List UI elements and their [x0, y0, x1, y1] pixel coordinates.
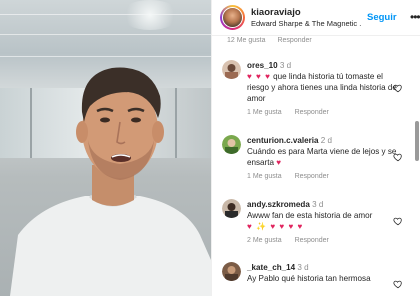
reply-button[interactable]: Responder — [295, 109, 329, 116]
heart-emojis: ♥ ♥ ♥ — [247, 72, 271, 81]
follow-button[interactable]: Seguir — [367, 12, 397, 23]
likes-count[interactable]: 2 Me gusta — [247, 237, 282, 244]
heart-icon[interactable] — [393, 216, 403, 226]
author-avatar[interactable] — [220, 5, 245, 30]
reply-button[interactable]: Responder — [295, 173, 329, 180]
comment-time: 2 d — [320, 136, 333, 145]
heart-icon[interactable] — [393, 279, 403, 289]
heart-icon[interactable] — [393, 83, 403, 93]
comment-text: Awww fan de esta historia de amor — [247, 211, 373, 220]
heart-emojis: ♥ — [276, 158, 283, 167]
comment-time: 3 d — [297, 263, 309, 272]
comment-time: 3 d — [312, 200, 324, 209]
commenter-username[interactable]: andy.szkromeda — [247, 200, 310, 209]
audio-track-label[interactable]: Edward Sharpe & The Magnetic ... — [251, 19, 361, 28]
author-username[interactable]: kiaoraviajo — [251, 7, 301, 18]
likes-count[interactable]: 1 Me gusta — [247, 109, 282, 116]
likes-count[interactable]: 1 Me gusta — [247, 173, 282, 180]
comments-scrollbar[interactable] — [415, 121, 419, 161]
video-player[interactable] — [0, 0, 211, 296]
commenter-username[interactable]: ores_10 — [247, 61, 278, 70]
commenter-username[interactable]: centurion.c.valeria — [247, 136, 319, 145]
commenter-avatar[interactable] — [222, 60, 241, 79]
reply-button[interactable]: Responder — [277, 37, 311, 44]
more-options-icon[interactable]: ••• — [410, 10, 420, 24]
commenter-avatar[interactable] — [222, 199, 241, 218]
heart-icon[interactable] — [393, 152, 403, 162]
reply-button[interactable]: Responder — [295, 237, 329, 244]
comment-text: Ay Pablo qué historia tan hermosa — [247, 274, 371, 283]
commenter-avatar[interactable] — [222, 262, 241, 281]
likes-count[interactable]: 12 Me gusta — [227, 37, 266, 44]
commenter-username[interactable]: _kate_ch_14 — [247, 263, 295, 272]
person-in-video — [10, 67, 211, 296]
comment-time: 3 d — [279, 61, 292, 70]
comment-meta: 12 Me gusta Responder — [227, 37, 322, 44]
comment-text: Cuándo es para Marta viene de lejos y se… — [247, 147, 397, 167]
emoji-reactions: ♥ ✨ ♥ ♥ ♥ ♥ — [247, 222, 304, 231]
comments-panel: kiaoraviajo Edward Sharpe & The Magnetic… — [211, 0, 420, 296]
commenter-avatar[interactable] — [222, 135, 241, 154]
post-header: kiaoraviajo Edward Sharpe & The Magnetic… — [212, 0, 420, 36]
